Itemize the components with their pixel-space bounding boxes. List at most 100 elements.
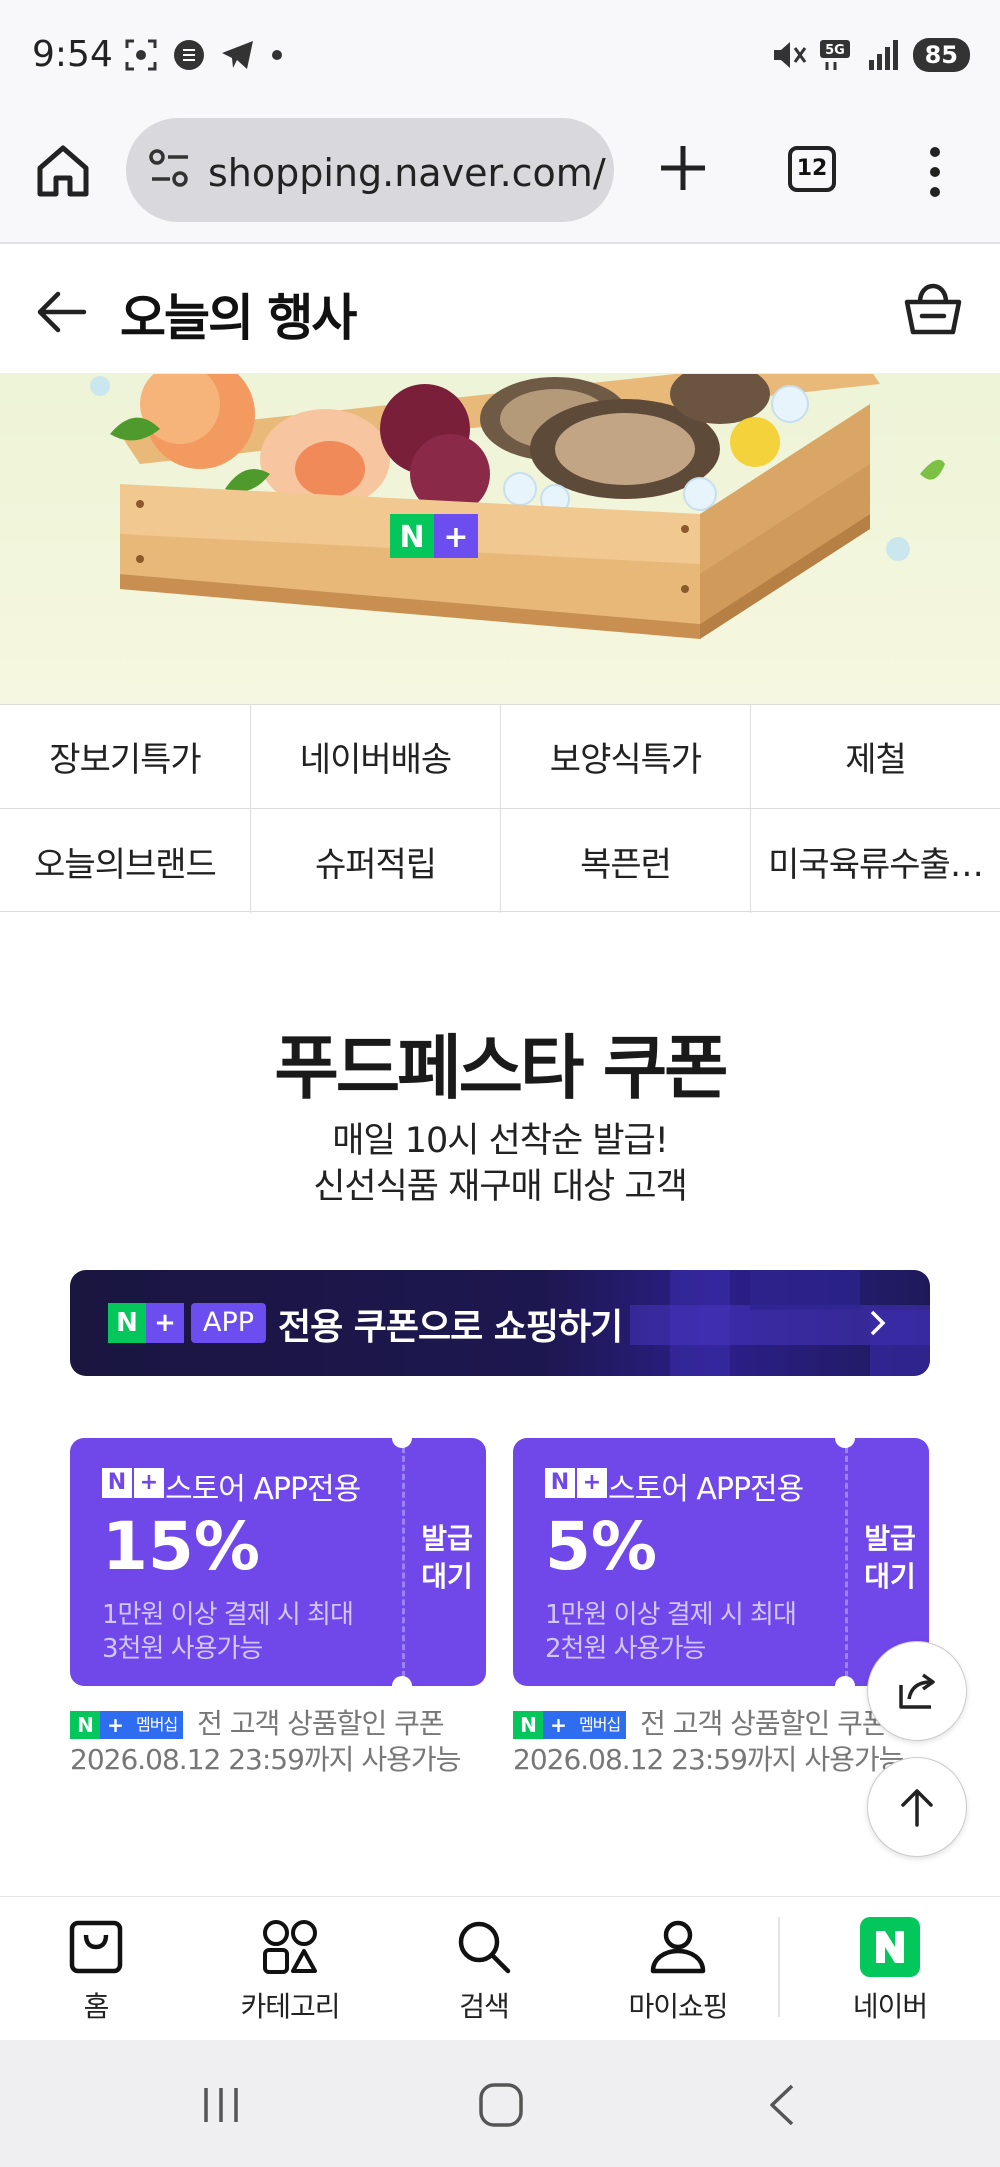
banner-logo-n: N — [399, 520, 424, 555]
url-text[interactable]: shopping.naver.com/ — [208, 151, 606, 195]
url-bar[interactable]: shopping.naver.com/ — [126, 118, 614, 222]
share-button[interactable] — [867, 1641, 967, 1741]
category-item[interactable]: 제철 — [751, 705, 1000, 809]
coupon-issue-status[interactable]: 발급 대기 — [402, 1438, 486, 1686]
coupon-description: 1만원 이상 결제 시 최대 3천원 사용가능 — [102, 1598, 354, 1666]
more-menu-icon[interactable] — [920, 142, 950, 202]
category-item[interactable]: 장보기특가 — [0, 705, 251, 809]
new-tab-icon[interactable] — [655, 140, 711, 196]
dot-icon — [272, 50, 282, 60]
nav-naver-label: 네이버 — [852, 1990, 928, 2023]
nav-category[interactable]: 카테고리 — [200, 1897, 380, 2041]
nplus-n: N — [108, 1303, 146, 1343]
telegram-icon — [222, 41, 253, 69]
system-back-icon[interactable] — [764, 2082, 800, 2128]
category-item[interactable]: 오늘의브랜드 — [0, 809, 251, 913]
coupon-card[interactable]: N + 스토어 APP전용 5% 1만원 이상 결제 시 최대 2천원 사용가능… — [513, 1428, 932, 1696]
coupon-status-line1: 발급 — [421, 1522, 473, 1555]
app-coupon-banner[interactable]: N + APP 전용 쿠폰으로 쇼핑하기 — [70, 1270, 930, 1376]
coupon-discount: 5% — [545, 1508, 658, 1585]
page-header: 오늘의 행사 — [0, 246, 1000, 374]
category-item[interactable]: 미국육류수출… — [751, 809, 1000, 913]
nav-my-shopping-label: 마이쇼핑 — [628, 1990, 728, 2023]
notification-icons — [124, 38, 284, 72]
share-icon — [899, 1673, 935, 1709]
back-arrow-icon[interactable] — [34, 284, 90, 340]
coupon-body: N + 스토어 APP전용 15% 1만원 이상 결제 시 최대 3천원 사용가… — [70, 1438, 402, 1686]
search-icon — [458, 1921, 511, 1974]
coupon-discount: 15% — [102, 1508, 260, 1585]
battery-level: 85 — [912, 38, 970, 72]
category-grid-icon — [263, 1920, 317, 1974]
coupon-store-label: 스토어 APP전용 — [165, 1472, 361, 1507]
nav-my-shopping[interactable]: 마이쇼핑 — [588, 1897, 768, 2041]
naver-n-icon — [860, 1917, 920, 1977]
coupon-status-line2: 대기 — [421, 1560, 473, 1593]
system-home-icon[interactable] — [478, 2082, 524, 2128]
category-item[interactable]: 네이버배송 — [251, 705, 501, 809]
coupon-desc-line1: 1만원 이상 결제 시 최대 — [545, 1600, 797, 1630]
badge-n: N — [70, 1711, 100, 1739]
home-icon[interactable] — [34, 142, 92, 200]
coupon-description: 1만원 이상 결제 시 최대 2천원 사용가능 — [545, 1598, 797, 1666]
coupon-status-line1: 발급 — [864, 1522, 916, 1555]
nav-search[interactable]: 검색 — [394, 1897, 574, 2041]
status-bar: 9:54 5G 85 — [0, 0, 1000, 112]
membership-badge: N + 멤버십 — [513, 1711, 627, 1739]
scroll-to-top-button[interactable] — [867, 1757, 967, 1857]
nplus-plus: + — [134, 1468, 164, 1498]
nplus-plus: + — [577, 1468, 607, 1498]
nav-divider — [778, 1917, 780, 2017]
badge-n: N — [513, 1711, 543, 1739]
nav-category-label: 카테고리 — [240, 1990, 340, 2023]
coupon-card[interactable]: N + 스토어 APP전용 15% 1만원 이상 결제 시 최대 3천원 사용가… — [70, 1428, 486, 1696]
badge-plus: + — [543, 1711, 573, 1739]
chevron-right-icon — [870, 1310, 886, 1336]
cell-signal-icon — [868, 40, 898, 70]
promo-banner[interactable]: N + — [0, 374, 1000, 704]
coupon-notch — [392, 1676, 412, 1696]
site-settings-icon[interactable] — [148, 146, 192, 192]
badge-membership: 멤버십 — [573, 1711, 627, 1739]
nav-home-label: 홈 — [83, 1990, 110, 2023]
nplus-n: N — [545, 1468, 575, 1498]
promo-subtitle-line1: 매일 10시 선착순 발급! — [332, 1121, 669, 1161]
coupon-desc-line2: 2천원 사용가능 — [545, 1634, 706, 1664]
coupon-status-label: 발급 대기 — [405, 1520, 489, 1596]
banner-logo-plus: + — [443, 520, 468, 555]
coupon-meta-line1: 전 고객 상품할인 쿠폰 — [640, 1707, 888, 1740]
category-item[interactable]: 보양식특가 — [501, 705, 751, 809]
badge-plus: + — [100, 1711, 130, 1739]
coupon-desc-line2: 3천원 사용가능 — [102, 1634, 263, 1664]
coupon-meta: N + 멤버십 전 고객 상품할인 쿠폰 2026.08.12 23:59까지 … — [70, 1706, 500, 1778]
screenshot-icon — [125, 39, 157, 71]
coupon-desc-line1: 1만원 이상 결제 시 최대 — [102, 1600, 354, 1630]
system-navigation-bar — [0, 2040, 1000, 2167]
shopping-basket-icon[interactable] — [902, 278, 964, 340]
nav-naver[interactable]: 네이버 — [800, 1897, 980, 2041]
nplus-logo: N + — [545, 1468, 607, 1498]
promo-subtitle-line2: 신선식품 재구매 대상 고객 — [313, 1167, 688, 1207]
coupon-meta-line2: 2026.08.12 23:59까지 사용가능 — [70, 1743, 461, 1776]
tab-switcher-button[interactable]: 12 — [788, 146, 836, 192]
membership-badge: N + 멤버십 — [70, 1711, 184, 1739]
coupon-notch — [835, 1676, 855, 1696]
nav-home[interactable]: 홈 — [6, 1897, 186, 2041]
coupon-status-label: 발급 대기 — [848, 1520, 932, 1596]
category-item[interactable]: 슈퍼적립 — [251, 809, 501, 913]
browser-toolbar: shopping.naver.com/ 12 — [0, 112, 1000, 244]
person-icon — [650, 1920, 706, 1974]
nplus-logo: N + — [108, 1303, 184, 1343]
page-title: 오늘의 행사 — [120, 289, 357, 347]
nplus-plus: + — [146, 1303, 184, 1343]
app-notification-icon — [174, 40, 204, 70]
coupon-body: N + 스토어 APP전용 5% 1만원 이상 결제 시 최대 2천원 사용가능 — [513, 1438, 845, 1686]
nplus-logo: N + — [102, 1468, 164, 1498]
app-banner-text: 전용 쿠폰으로 쇼핑하기 — [278, 1307, 623, 1348]
recent-apps-icon[interactable] — [200, 2084, 242, 2126]
arrow-up-icon — [901, 1789, 933, 1827]
badge-membership: 멤버십 — [130, 1711, 184, 1739]
category-item[interactable]: 복픈런 — [501, 809, 751, 913]
coupon-meta-line1: 전 고객 상품할인 쿠폰 — [197, 1707, 445, 1740]
shopping-bag-icon — [69, 1920, 123, 1974]
